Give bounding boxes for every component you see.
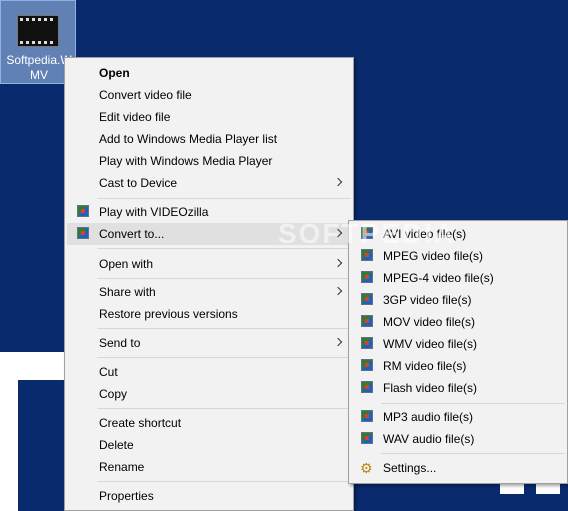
videozilla-icon [361, 432, 373, 444]
videozilla-icon [361, 293, 373, 305]
menu-item-send-to[interactable]: Send to [67, 332, 351, 354]
videozilla-icon [361, 359, 373, 371]
videozilla-icon [361, 410, 373, 422]
settings-icon: ⚙ [360, 460, 373, 476]
menu-item-label: Restore previous versions [99, 307, 238, 321]
menu-separator [381, 453, 565, 454]
menu-item-label: Send to [99, 336, 141, 350]
submenu-item-3gp[interactable]: 3GP video file(s) [351, 289, 565, 311]
menu-item-cut[interactable]: Cut [67, 361, 351, 383]
videozilla-icon [361, 271, 373, 283]
menu-separator [97, 408, 351, 409]
menu-item-label: Settings... [383, 461, 437, 475]
submenu-item-flash[interactable]: Flash video file(s) [351, 377, 565, 399]
menu-item-label: Add to Windows Media Player list [99, 132, 278, 146]
chevron-right-icon [333, 228, 343, 238]
submenu-item-settings[interactable]: ⚙ Settings... [351, 457, 565, 479]
video-thumbnail-icon [17, 15, 59, 47]
menu-item-label: MOV video file(s) [383, 315, 476, 329]
menu-item-add-to-wmp-list[interactable]: Add to Windows Media Player list [67, 128, 351, 150]
videozilla-icon [361, 381, 373, 393]
submenu-item-mov[interactable]: MOV video file(s) [351, 311, 565, 333]
submenu-item-rm[interactable]: RM video file(s) [351, 355, 565, 377]
menu-item-label: 3GP video file(s) [383, 293, 472, 307]
menu-item-label: MPEG-4 video file(s) [383, 271, 494, 285]
submenu-item-mp3[interactable]: MP3 audio file(s) [351, 406, 565, 428]
menu-item-open[interactable]: Open [67, 62, 351, 84]
menu-separator [97, 198, 351, 199]
menu-item-label: Flash video file(s) [383, 381, 478, 395]
submenu-item-avi[interactable]: AVI video file(s) [351, 223, 565, 245]
menu-separator [97, 328, 351, 329]
menu-item-cast-to-device[interactable]: Cast to Device [67, 172, 351, 194]
videozilla-icon [361, 315, 373, 327]
menu-item-label: AVI video file(s) [383, 227, 467, 241]
wallpaper-shape [0, 380, 18, 511]
menu-item-delete[interactable]: Delete [67, 434, 351, 456]
submenu-item-mpeg[interactable]: MPEG video file(s) [351, 245, 565, 267]
menu-item-play-with-wmp[interactable]: Play with Windows Media Player [67, 150, 351, 172]
menu-item-label: Play with Windows Media Player [99, 154, 273, 168]
menu-item-label: Cut [99, 365, 118, 379]
menu-item-share-with[interactable]: Share with [67, 281, 351, 303]
menu-separator [97, 357, 351, 358]
menu-item-rename[interactable]: Rename [67, 456, 351, 478]
chevron-right-icon [333, 258, 343, 268]
menu-item-label: MPEG video file(s) [383, 249, 484, 263]
menu-item-label: MP3 audio file(s) [383, 410, 474, 424]
menu-item-label: Create shortcut [99, 416, 182, 430]
videozilla-icon [77, 205, 89, 217]
submenu-item-wmv[interactable]: WMV video file(s) [351, 333, 565, 355]
convert-to-submenu: AVI video file(s) MPEG video file(s) MPE… [348, 220, 568, 484]
menu-item-label: Convert to... [99, 227, 165, 241]
menu-item-label: Cast to Device [99, 176, 178, 190]
menu-item-label: Open [99, 66, 130, 80]
chevron-right-icon [333, 337, 343, 347]
videozilla-icon [361, 227, 373, 239]
menu-item-label: WAV audio file(s) [383, 432, 475, 446]
submenu-item-wav[interactable]: WAV audio file(s) [351, 428, 565, 450]
videozilla-icon [361, 337, 373, 349]
menu-separator [97, 278, 351, 279]
menu-item-open-with[interactable]: Open with [67, 253, 351, 275]
menu-separator [97, 248, 351, 249]
menu-item-edit-video-file[interactable]: Edit video file [67, 106, 351, 128]
submenu-item-mpeg4[interactable]: MPEG-4 video file(s) [351, 267, 565, 289]
chevron-right-icon [333, 177, 343, 187]
videozilla-icon [77, 227, 89, 239]
menu-item-label: Convert video file [99, 88, 192, 102]
menu-item-properties[interactable]: Properties [67, 485, 351, 507]
menu-item-label: RM video file(s) [383, 359, 467, 373]
menu-item-label: Delete [99, 438, 134, 452]
context-menu: Open Convert video file Edit video file … [64, 57, 354, 511]
menu-item-label: Share with [99, 285, 156, 299]
menu-item-create-shortcut[interactable]: Create shortcut [67, 412, 351, 434]
menu-item-play-with-videozilla[interactable]: Play with VIDEOzilla [67, 201, 351, 223]
menu-item-label: Copy [99, 387, 128, 401]
menu-separator [381, 403, 565, 404]
chevron-right-icon [333, 286, 343, 296]
menu-item-label: Open with [99, 257, 154, 271]
menu-item-convert-video-file[interactable]: Convert video file [67, 84, 351, 106]
menu-item-label: Properties [99, 489, 154, 503]
wallpaper-shape [0, 352, 64, 380]
menu-item-convert-to[interactable]: Convert to... [67, 223, 351, 245]
menu-item-restore-previous-versions[interactable]: Restore previous versions [67, 303, 351, 325]
videozilla-icon [361, 249, 373, 261]
menu-item-label: Rename [99, 460, 145, 474]
menu-item-copy[interactable]: Copy [67, 383, 351, 405]
menu-item-label: WMV video file(s) [383, 337, 478, 351]
menu-item-label: Edit video file [99, 110, 171, 124]
wallpaper-shape [500, 484, 524, 494]
menu-separator [97, 481, 351, 482]
wallpaper-shape [536, 484, 560, 494]
menu-item-label: Play with VIDEOzilla [99, 205, 209, 219]
